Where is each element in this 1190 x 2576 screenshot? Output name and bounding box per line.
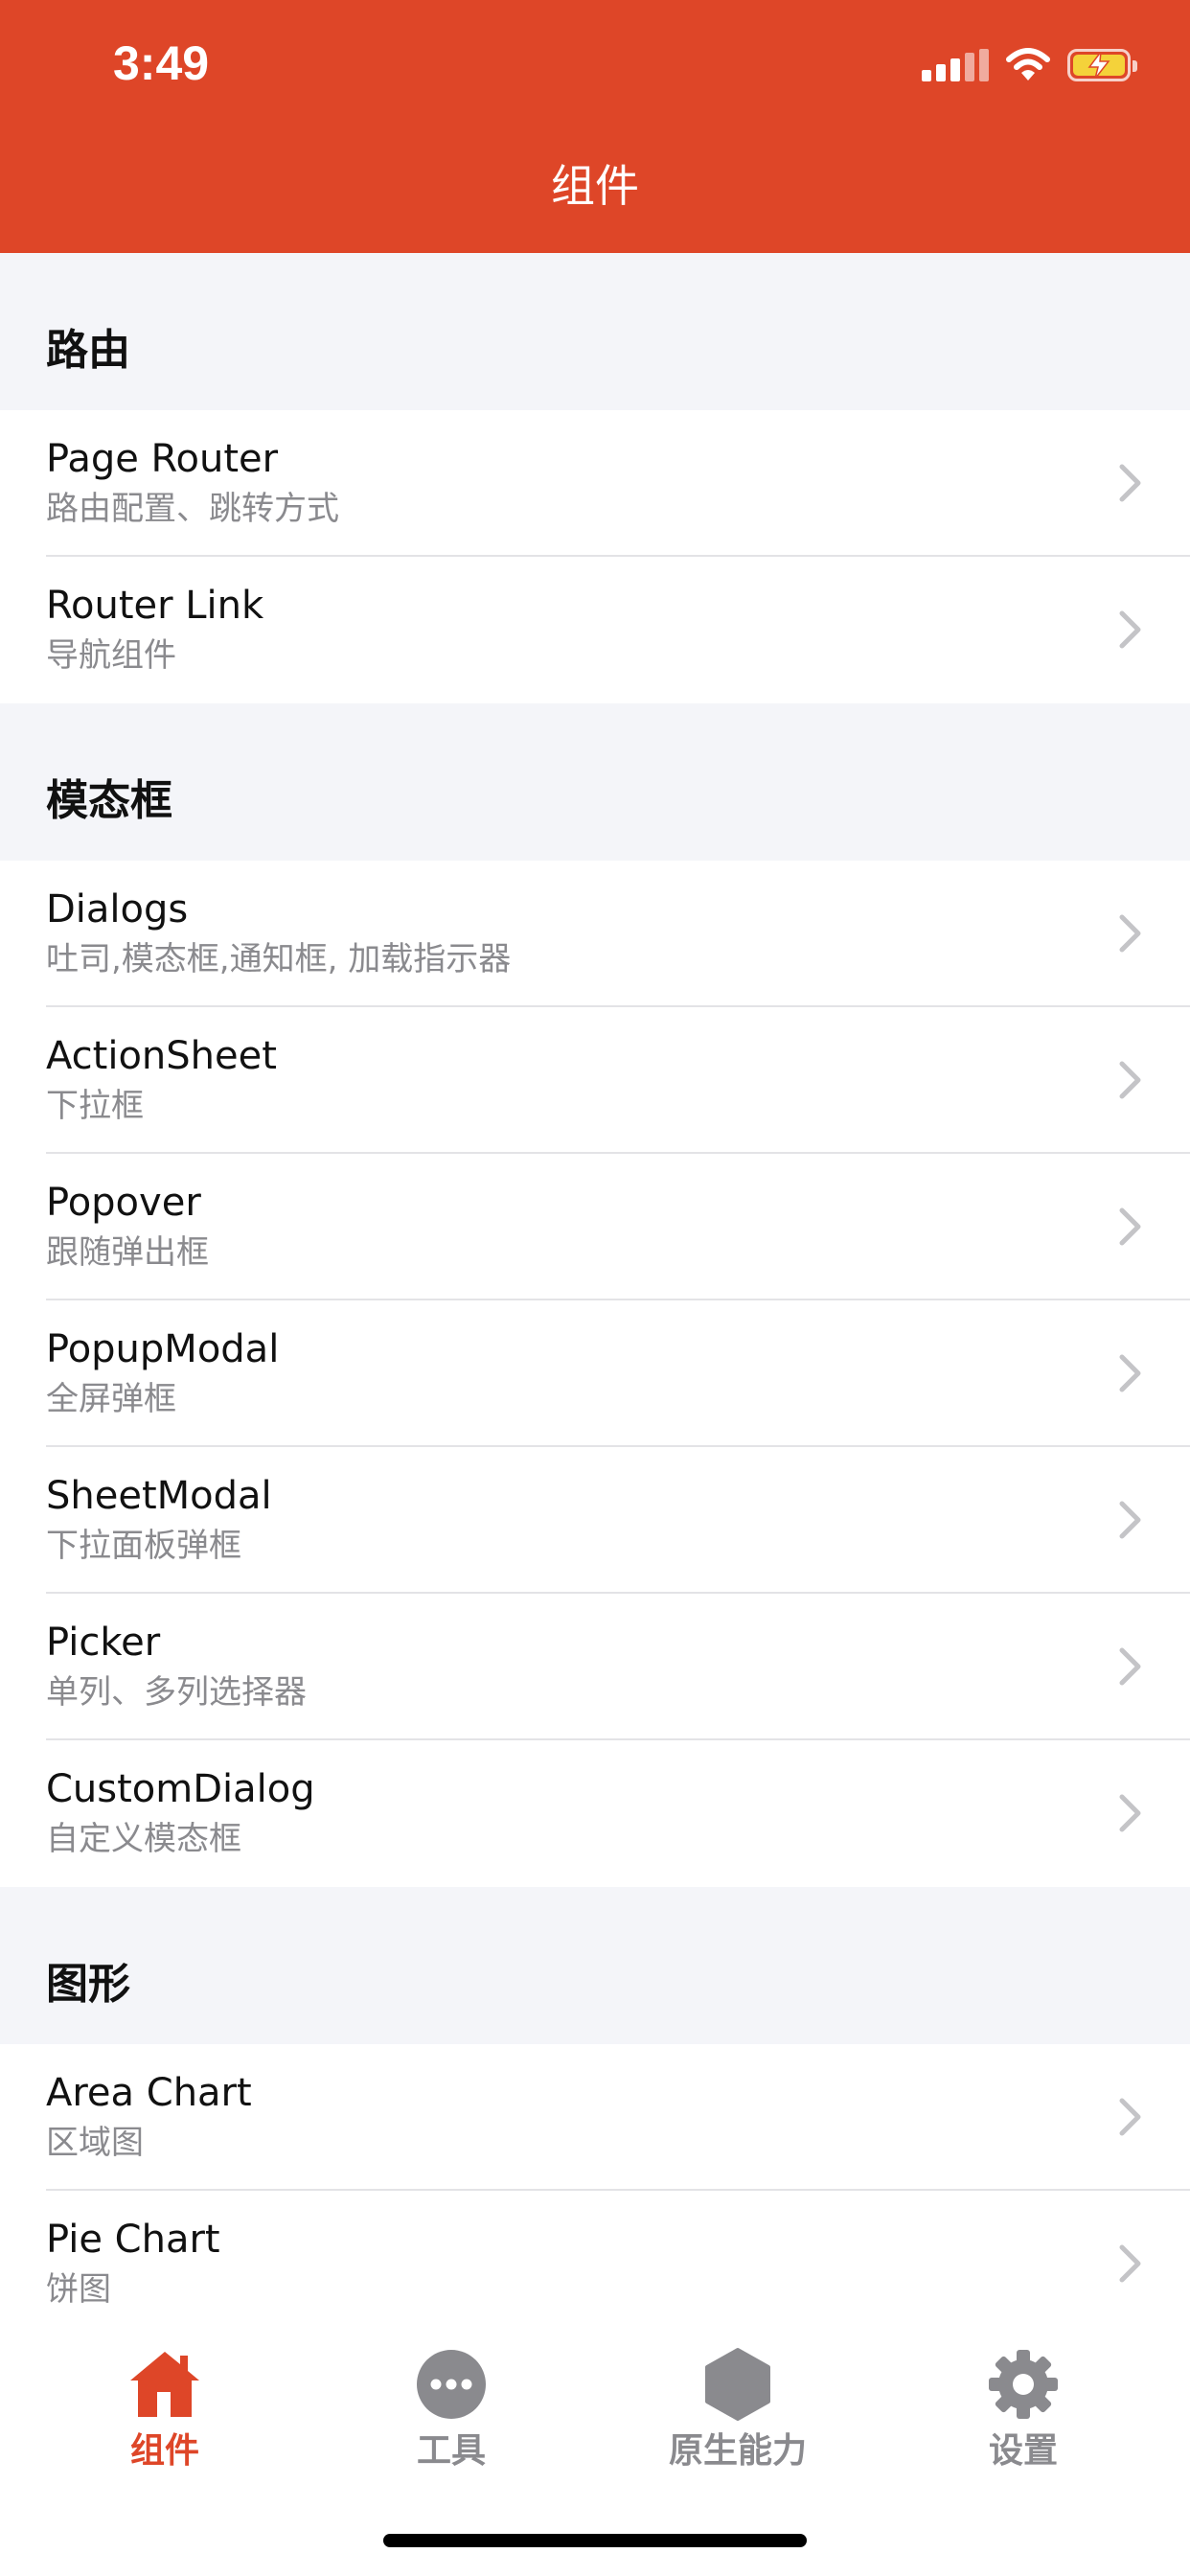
tab-label: 工具 [416,2431,486,2471]
section-title: 路由 [46,326,130,375]
list-item-title: Popover [46,1181,201,1225]
list-item-title: Page Router [46,437,279,481]
list-item[interactable]: SheetModal 下拉面板弹框 [0,1447,1190,1594]
list-item-subtitle: 下拉面板弹框 [46,1527,241,1565]
chevron-right-icon [1117,1645,1144,1688]
list-item-title: Dialogs [46,887,189,932]
tab-label: 设置 [988,2431,1058,2471]
tab-label: 原生能力 [668,2431,807,2471]
chevron-right-icon [1117,912,1144,954]
list-item[interactable]: ActionSheet 下拉框 [0,1007,1190,1154]
tab-components[interactable]: 组件 [69,2346,261,2490]
chevron-right-icon [1117,1792,1144,1834]
list-item-subtitle: 路由配置、跳转方式 [46,490,339,528]
more-dots-icon [417,2350,486,2419]
home-indicator [383,2534,807,2547]
list-item[interactable]: Dialogs 吐司,模态框,通知框, 加载指示器 [0,861,1190,1007]
list-item-subtitle: 单列、多列选择器 [46,1673,307,1712]
chevron-right-icon [1117,1352,1144,1394]
list-item-title: CustomDialog [46,1767,315,1811]
list-item-subtitle: 下拉框 [46,1087,144,1125]
tab-tools[interactable]: 工具 [355,2346,547,2490]
list-item[interactable]: CustomDialog 自定义模态框 [0,1740,1190,1887]
nav-header: 3:49 组件 [0,0,1190,253]
tab-native-capabilities[interactable]: 原生能力 [642,2346,834,2490]
wifi-icon [1006,48,1050,80]
chevron-right-icon [1117,1206,1144,1248]
gear-icon [989,2350,1058,2419]
battery-icon [1067,49,1137,81]
list-item[interactable]: Router Link 导航组件 [0,557,1190,703]
section-header: 图形 [0,1887,1190,2044]
list-item-subtitle: 吐司,模态框,通知框, 加载指示器 [46,940,512,978]
signal-icon [922,49,989,81]
chevron-right-icon [1117,2242,1144,2285]
list-item-subtitle: 自定义模态框 [46,1820,241,1858]
section-header: 模态框 [0,703,1190,861]
section-title: 图形 [46,1960,130,2009]
list-item[interactable]: Page Router 路由配置、跳转方式 [0,410,1190,557]
page-title: 组件 [551,160,639,212]
home-icon [130,2352,199,2417]
status-time: 3:49 [113,36,210,90]
status-icons [922,44,1137,86]
list-item-title: Area Chart [46,2071,252,2115]
list-item[interactable]: PopupModal 全屏弹框 [0,1300,1190,1447]
list-item-subtitle: 导航组件 [46,636,176,675]
list-item[interactable]: Popover 跟随弹出框 [0,1154,1190,1300]
list-item-title: SheetModal [46,1474,272,1518]
section-title: 模态框 [46,776,172,825]
list-item-subtitle: 饼图 [46,2270,111,2309]
list-item-title: PopupModal [46,1327,280,1371]
section-header: 路由 [0,253,1190,410]
list-item-subtitle: 跟随弹出框 [46,1233,209,1272]
chevron-right-icon [1117,2096,1144,2138]
chevron-right-icon [1117,1059,1144,1101]
list-item-title: Pie Chart [46,2218,220,2262]
list-item[interactable]: Pie Chart 饼图 [0,2191,1190,2337]
list-item-title: Picker [46,1621,161,1665]
list-item-title: Router Link [46,584,264,628]
list-item-subtitle: 全屏弹框 [46,1380,176,1418]
list-item[interactable]: Picker 单列、多列选择器 [0,1594,1190,1740]
chevron-right-icon [1117,1499,1144,1541]
tab-label: 组件 [129,2431,199,2471]
component-list: 路由 Page Router 路由配置、跳转方式 Router Link 导航组件模态框… [0,253,1190,2337]
chevron-right-icon [1117,609,1144,651]
hexagon-icon [705,2348,770,2421]
list-item[interactable]: Area Chart 区域图 [0,2044,1190,2191]
chevron-right-icon [1117,462,1144,504]
list-item-subtitle: 区域图 [46,2124,144,2162]
list-item-title: ActionSheet [46,1034,277,1078]
tab-settings[interactable]: 设置 [927,2346,1119,2490]
